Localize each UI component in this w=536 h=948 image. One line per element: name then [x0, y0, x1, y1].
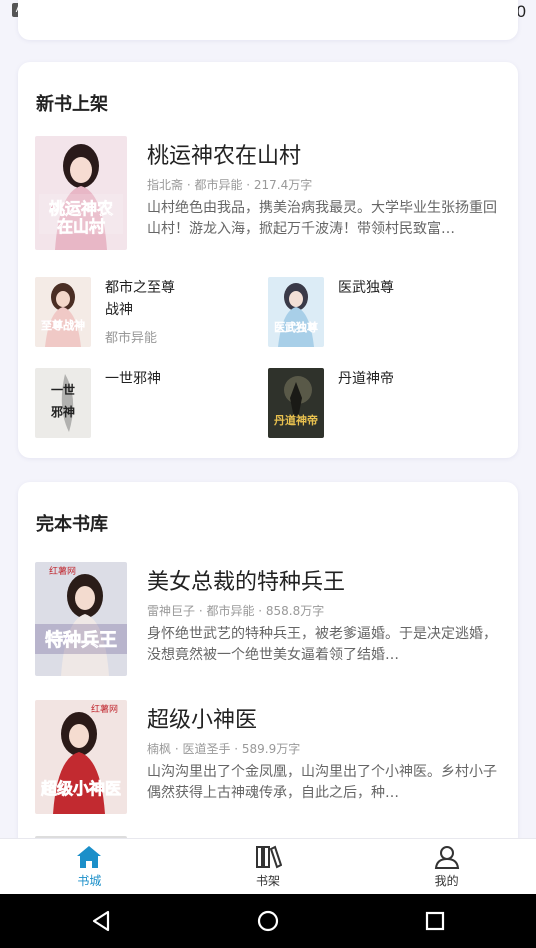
book-cover: 红薯网 特种兵王 [35, 562, 127, 676]
nav-tab-profile[interactable]: 我的 [357, 839, 536, 894]
system-navigation-bar [0, 894, 536, 948]
svg-text:桃运神农: 桃运神农 [49, 199, 113, 218]
nav-tab-bookshelf[interactable]: 书架 [179, 839, 358, 894]
book-description: 身怀绝世武艺的特种兵王，被老爹逼婚。于是决定逃婚，没想竟然被一个绝世美女逼着领了… [147, 626, 497, 663]
book-title: 都市之至尊战神 [105, 280, 175, 318]
svg-text:医武独尊: 医武独尊 [274, 320, 318, 334]
svg-text:至尊战神: 至尊战神 [41, 318, 85, 332]
svg-text:特种兵王: 特种兵王 [45, 629, 117, 651]
svg-text:丹道神帝: 丹道神帝 [274, 413, 318, 427]
book-meta: 指北斋 · 都市异能 · 217.4万字 [147, 178, 313, 192]
book-category: 都市异能 [105, 331, 158, 346]
complete-books-section: 完本书库 红薯网 特种兵王 美女总裁的特种兵王 雷神巨子 · 都市异能 · 85… [18, 482, 518, 838]
home-button[interactable] [255, 908, 281, 934]
main-content[interactable]: 新书上架 桃运神农 在山村 桃运神农在山村 指北斋 · 都市异能 · 217.4… [0, 0, 536, 838]
book-list-item[interactable]: 红薯网 特种兵王 美女总裁的特种兵王 雷神巨子 · 都市异能 · 858.8万字… [35, 562, 505, 680]
book-cover: 红薯网 超级小神医 [35, 700, 127, 814]
book-cover: 至尊战神 [35, 277, 91, 347]
svg-text:在山村: 在山村 [57, 217, 105, 236]
recents-button[interactable] [422, 908, 448, 934]
svg-text:红薯网: 红薯网 [91, 703, 118, 715]
bottom-nav: 书城 书架 我的 [0, 838, 536, 894]
nav-label: 书架 [256, 874, 281, 888]
recents-icon [425, 911, 445, 931]
new-books-section: 新书上架 桃运神农 在山村 桃运神农在山村 指北斋 · 都市异能 · 217.4… [18, 62, 518, 458]
book-cover: 医武独尊 [268, 277, 324, 347]
book-cover: 一世 邪神 [35, 368, 91, 438]
svg-text:一世: 一世 [51, 382, 75, 397]
home-circle-icon [257, 910, 279, 932]
section-title-new-books: 新书上架 [36, 94, 108, 115]
book-cover: 桃运神农 在山村 [35, 136, 127, 250]
book-cover: 丹道神帝 [268, 368, 324, 438]
profile-icon [434, 846, 459, 869]
svg-text:红薯网: 红薯网 [49, 565, 76, 577]
svg-text:超级小神医: 超级小神医 [40, 779, 121, 798]
book-meta: 雷神巨子 · 都市异能 · 858.8万字 [147, 604, 325, 618]
nav-tab-bookstore[interactable]: 书城 [0, 839, 179, 894]
svg-text:邪神: 邪神 [50, 404, 75, 419]
featured-book-item[interactable]: 桃运神农 在山村 桃运神农在山村 指北斋 · 都市异能 · 217.4万字 山村… [35, 136, 505, 254]
previous-section-card [18, 0, 518, 40]
section-title-complete-books: 完本书库 [36, 514, 108, 535]
bookshelf-icon [256, 845, 282, 869]
book-title: 丹道神帝 [338, 371, 394, 387]
book-description: 山村绝色由我品，携美治病我最灵。大学毕业生张扬重回山村！游龙入海，掀起万千波涛！… [147, 200, 497, 237]
book-title: 一世邪神 [105, 371, 161, 387]
book-title: 桃运神农在山村 [147, 144, 302, 169]
book-list-item[interactable]: 红薯网 超级小神医 超级小神医 楠枫 · 医道圣手 · 589.9万字 山沟沟里… [35, 700, 505, 818]
book-title: 医武独尊 [338, 280, 394, 296]
book-description: 山沟沟里出了个金凤凰，山沟里出了个小神医。乡村小子偶然获得上古神魂传承，自此之后… [147, 764, 497, 801]
book-title: 超级小神医 [147, 708, 258, 733]
back-button[interactable] [88, 908, 114, 934]
small-book-item[interactable]: 医武独尊 医武独尊 [268, 277, 488, 349]
book-meta: 楠枫 · 医道圣手 · 589.9万字 [147, 742, 301, 756]
back-icon [92, 910, 110, 932]
book-title: 美女总裁的特种兵王 [147, 570, 346, 595]
small-book-item[interactable]: 一世 邪神 一世邪神 [35, 368, 255, 440]
nav-label: 书城 [77, 874, 102, 888]
small-book-item[interactable]: 至尊战神 都市之至尊战神 都市异能 [35, 277, 255, 349]
nav-label: 我的 [434, 874, 459, 888]
home-icon [77, 846, 102, 868]
small-book-item[interactable]: 丹道神帝 丹道神帝 [268, 368, 488, 440]
